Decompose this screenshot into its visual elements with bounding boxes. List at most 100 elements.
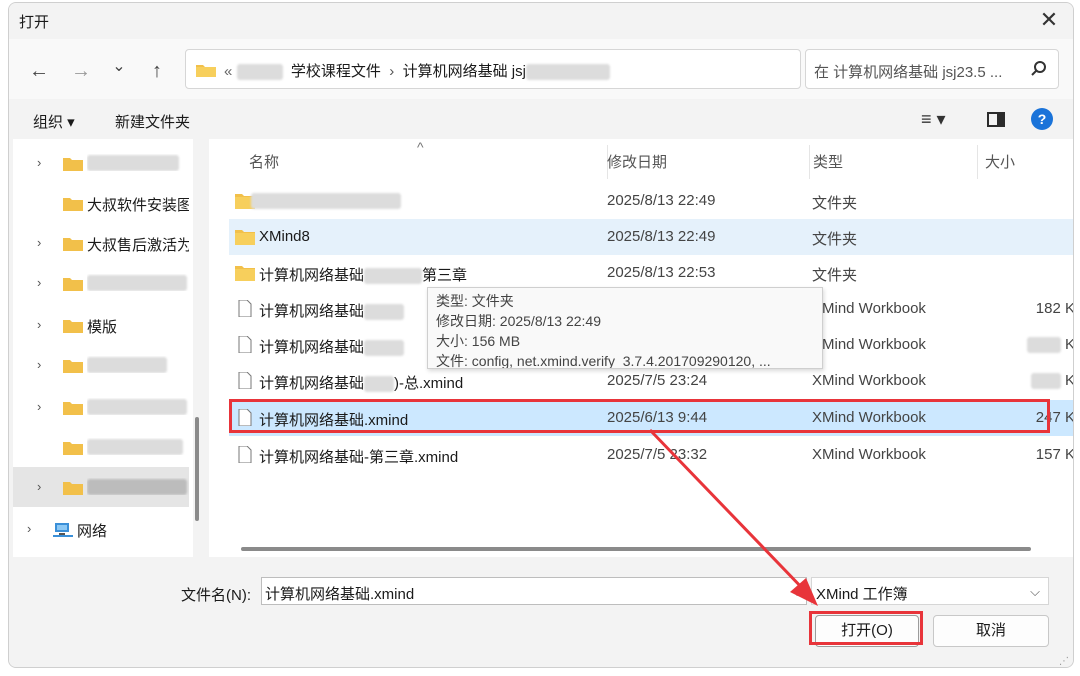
- search-input[interactable]: 在 计算机网络基础 jsj23.5 ...: [814, 61, 1002, 82]
- tooltip-files: 文件: config, net.xmind.verify_3.7.4.20170…: [436, 353, 771, 369]
- open-button[interactable]: 打开(O): [815, 615, 919, 647]
- help-icon[interactable]: ?: [1031, 108, 1053, 130]
- file-name: 计算机网络基础: [259, 336, 405, 357]
- sidebar-item-label: [87, 154, 189, 172]
- file-type: XMind Workbook: [812, 336, 926, 353]
- folder-icon: [63, 320, 83, 333]
- breadcrumb-segment[interactable]: 计算机网络基础 jsj: [403, 63, 526, 80]
- up-arrow-icon[interactable]: ↑: [145, 59, 169, 83]
- sidebar-item[interactable]: ›: [13, 143, 189, 183]
- column-header-name[interactable]: 名称: [249, 151, 279, 172]
- network-icon: [53, 523, 73, 537]
- folder-icon: [235, 230, 255, 245]
- title-bar: 打开 ✕: [9, 3, 1073, 39]
- sidebar-item[interactable]: › 模版: [13, 305, 189, 345]
- sidebar-item-label: [87, 398, 189, 416]
- expand-chevron-icon[interactable]: ›: [37, 399, 41, 414]
- expand-chevron-icon[interactable]: ›: [37, 235, 41, 250]
- folder-icon: [63, 278, 83, 291]
- file-row[interactable]: XMind8 2025/8/13 22:49 文件夹: [229, 219, 1073, 255]
- sidebar-item[interactable]: [13, 427, 189, 467]
- file-row-selected[interactable]: 计算机网络基础.xmind 2025/6/13 9:44 XMind Workb…: [229, 400, 1074, 436]
- file-size: 247 K: [1035, 409, 1074, 426]
- file-name: 计算机网络基础-第三章.xmind: [259, 449, 459, 466]
- column-divider[interactable]: [977, 145, 978, 179]
- search-icon[interactable]: [1030, 60, 1048, 78]
- sidebar-item-label: [87, 438, 189, 456]
- expand-chevron-icon[interactable]: ›: [27, 521, 31, 536]
- filename-label: 文件名(N):: [181, 587, 251, 604]
- sidebar-item-label: 模版: [87, 319, 118, 336]
- folder-icon: [235, 266, 255, 281]
- file-date: 2025/8/13 22:49: [607, 228, 716, 245]
- file-type: 文件夹: [812, 267, 858, 284]
- sidebar-item[interactable]: ›: [13, 345, 189, 385]
- expand-chevron-icon[interactable]: ›: [37, 357, 41, 372]
- dialog-footer: 文件名(N): 计算机网络基础.xmind ⌵ XMind 工作簿 ⌵ 打开(O…: [9, 557, 1073, 667]
- file-name: XMind8: [259, 228, 310, 245]
- expand-chevron-icon[interactable]: ›: [37, 317, 41, 332]
- sidebar-item-selected[interactable]: ›: [13, 467, 189, 507]
- file-size: 157 K: [1035, 446, 1074, 463]
- file-row[interactable]: 计算机网络基础-第三章.xmind 2025/7/5 23:32 XMind W…: [229, 437, 1074, 473]
- file-type: XMind Workbook: [812, 372, 926, 389]
- close-icon[interactable]: ✕: [1039, 9, 1059, 31]
- document-icon: [238, 409, 252, 426]
- file-size: K: [1030, 372, 1073, 390]
- file-row[interactable]: 2025/8/13 22:49 文件夹: [229, 183, 1073, 219]
- sort-caret-icon: ^: [417, 139, 424, 155]
- forward-arrow-icon[interactable]: →: [69, 59, 93, 83]
- expand-chevron-icon[interactable]: ›: [37, 275, 41, 290]
- view-options-icon[interactable]: ≡ ▾: [921, 109, 946, 130]
- horizontal-scrollbar[interactable]: [241, 547, 1031, 551]
- sidebar-item[interactable]: ›: [13, 263, 189, 303]
- filename-value[interactable]: 计算机网络基础.xmind: [265, 583, 414, 604]
- file-type-select[interactable]: XMind 工作簿 ⌵: [811, 577, 1049, 605]
- sidebar-item-label: 大叔软件安装图: [87, 197, 189, 214]
- file-type: 文件夹: [812, 195, 858, 212]
- file-row[interactable]: 计算机网络基础 第三章 2025/8/13 22:53 文件夹: [229, 255, 1073, 291]
- address-prefix[interactable]: «: [224, 63, 232, 80]
- column-header-type[interactable]: 类型: [813, 151, 843, 172]
- file-type: XMind Workbook: [812, 300, 926, 317]
- recent-locations-chevron-icon[interactable]: ⌄: [107, 55, 131, 79]
- preview-pane-icon[interactable]: [987, 112, 1005, 127]
- filename-field[interactable]: 计算机网络基础.xmind ⌵: [261, 577, 807, 605]
- file-size: 182 K: [1035, 300, 1074, 317]
- chevron-down-icon[interactable]: ⌵: [792, 584, 802, 600]
- file-name: 计算机网络基础.xmind: [259, 412, 409, 429]
- folder-icon: [63, 482, 83, 495]
- expand-chevron-icon[interactable]: ›: [37, 155, 41, 170]
- column-header-size[interactable]: 大小: [985, 151, 1015, 172]
- command-bar: 组织 ▾ 新建文件夹 ≡ ▾ ?: [9, 99, 1073, 139]
- sidebar-item[interactable]: › 大叔售后激活为: [13, 223, 189, 263]
- back-arrow-icon[interactable]: ←: [27, 59, 51, 83]
- sidebar-item[interactable]: 大叔软件安装图: [13, 183, 189, 223]
- folder-icon: [63, 442, 83, 455]
- sidebar-item-network[interactable]: › 网络: [13, 509, 189, 549]
- folder-icon: [63, 402, 83, 415]
- column-header-date[interactable]: 修改日期: [607, 151, 667, 172]
- sidebar-item-label: [87, 356, 189, 374]
- file-type-value: XMind 工作簿: [816, 586, 908, 603]
- breadcrumb-segment[interactable]: 学校课程文件: [291, 63, 381, 80]
- document-icon: [238, 336, 252, 353]
- breadcrumb-separator: ›: [389, 63, 395, 80]
- file-size: K: [1026, 336, 1073, 354]
- search-box[interactable]: 在 计算机网络基础 jsj23.5 ...: [805, 49, 1059, 89]
- cancel-button[interactable]: 取消: [933, 615, 1049, 647]
- chevron-down-icon[interactable]: ⌵: [1030, 584, 1040, 600]
- expand-chevron-icon[interactable]: ›: [37, 479, 41, 494]
- sidebar-item[interactable]: ›: [13, 387, 189, 427]
- address-bar[interactable]: « 学校课程文件 › 计算机网络基础 jsj ⌵ ↻: [185, 49, 957, 92]
- sidebar-scrollbar[interactable]: [195, 417, 199, 521]
- document-icon: [238, 300, 252, 317]
- file-type: 文件夹: [812, 231, 858, 248]
- column-divider[interactable]: [809, 145, 810, 179]
- resize-grip-icon[interactable]: ⋰: [1059, 656, 1069, 667]
- sidebar-item-label: 大叔售后激活为: [87, 237, 189, 254]
- new-folder-button[interactable]: 新建文件夹: [115, 111, 190, 132]
- navigation-pane: › 大叔软件安装图 › 大叔售后激活为 › › 模版 › › › › 网络: [13, 139, 193, 557]
- organize-menu[interactable]: 组织 ▾: [33, 111, 75, 132]
- file-type: XMind Workbook: [812, 409, 926, 426]
